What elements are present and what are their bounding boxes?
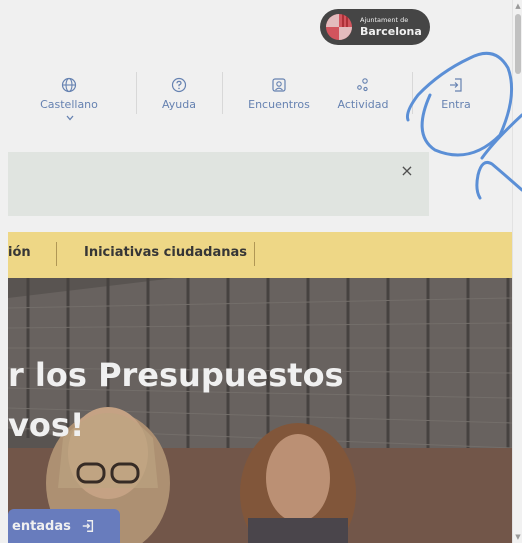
- nav-divider: [222, 72, 223, 114]
- scroll-down-arrow-icon[interactable]: ▼: [514, 533, 522, 541]
- globe-icon: [61, 77, 77, 93]
- cta-label: entadas: [12, 518, 71, 534]
- language-selector[interactable]: Castellano: [34, 76, 104, 124]
- meetings-label: Encuentros: [248, 98, 310, 111]
- hero-banner: r los Presupuestos vos! entadas: [8, 278, 512, 543]
- meetings-icon: [272, 78, 286, 92]
- scrollbar[interactable]: ▲ ▼: [512, 0, 522, 543]
- meetings-link[interactable]: Encuentros: [246, 76, 312, 111]
- info-banner: [8, 152, 429, 216]
- arrow-in-icon: [82, 520, 93, 532]
- activity-icon: [357, 78, 368, 92]
- login-label: Entra: [441, 98, 471, 111]
- nav-divider: [412, 72, 413, 114]
- cta-button[interactable]: entadas: [8, 509, 120, 543]
- activity-label: Actividad: [337, 98, 389, 111]
- logo-line2: Barcelona: [360, 24, 422, 38]
- scroll-thumb[interactable]: [515, 14, 521, 74]
- chevron-down-icon: [66, 115, 74, 121]
- tab-divider: [254, 242, 255, 266]
- hero-title-line2: vos!: [8, 406, 85, 444]
- login-link[interactable]: Entra: [436, 76, 476, 111]
- logo-text: Ajuntament de Barcelona: [360, 17, 422, 37]
- language-label: Castellano: [40, 98, 98, 111]
- hero-title-line1: r los Presupuestos: [8, 356, 344, 394]
- nav-divider: [136, 72, 137, 114]
- login-icon: [450, 78, 462, 92]
- help-link[interactable]: Ayuda: [155, 76, 203, 111]
- help-label: Ayuda: [162, 98, 196, 111]
- page: Ajuntament de Barcelona Castellano Ayuda: [0, 0, 512, 543]
- question-icon: [171, 77, 187, 93]
- activity-link[interactable]: Actividad: [336, 76, 390, 111]
- close-icon[interactable]: ×: [400, 162, 414, 180]
- logo-line1: Ajuntament de: [360, 16, 409, 25]
- scroll-up-arrow-icon[interactable]: ▲: [514, 2, 522, 10]
- tab-divider: [56, 242, 57, 266]
- tab-citizen-initiatives[interactable]: Iniciativas ciudadanas: [84, 245, 247, 260]
- tab-partial[interactable]: ión: [8, 245, 31, 260]
- barcelona-logo[interactable]: Ajuntament de Barcelona: [320, 9, 430, 45]
- city-seal-icon: [326, 14, 352, 40]
